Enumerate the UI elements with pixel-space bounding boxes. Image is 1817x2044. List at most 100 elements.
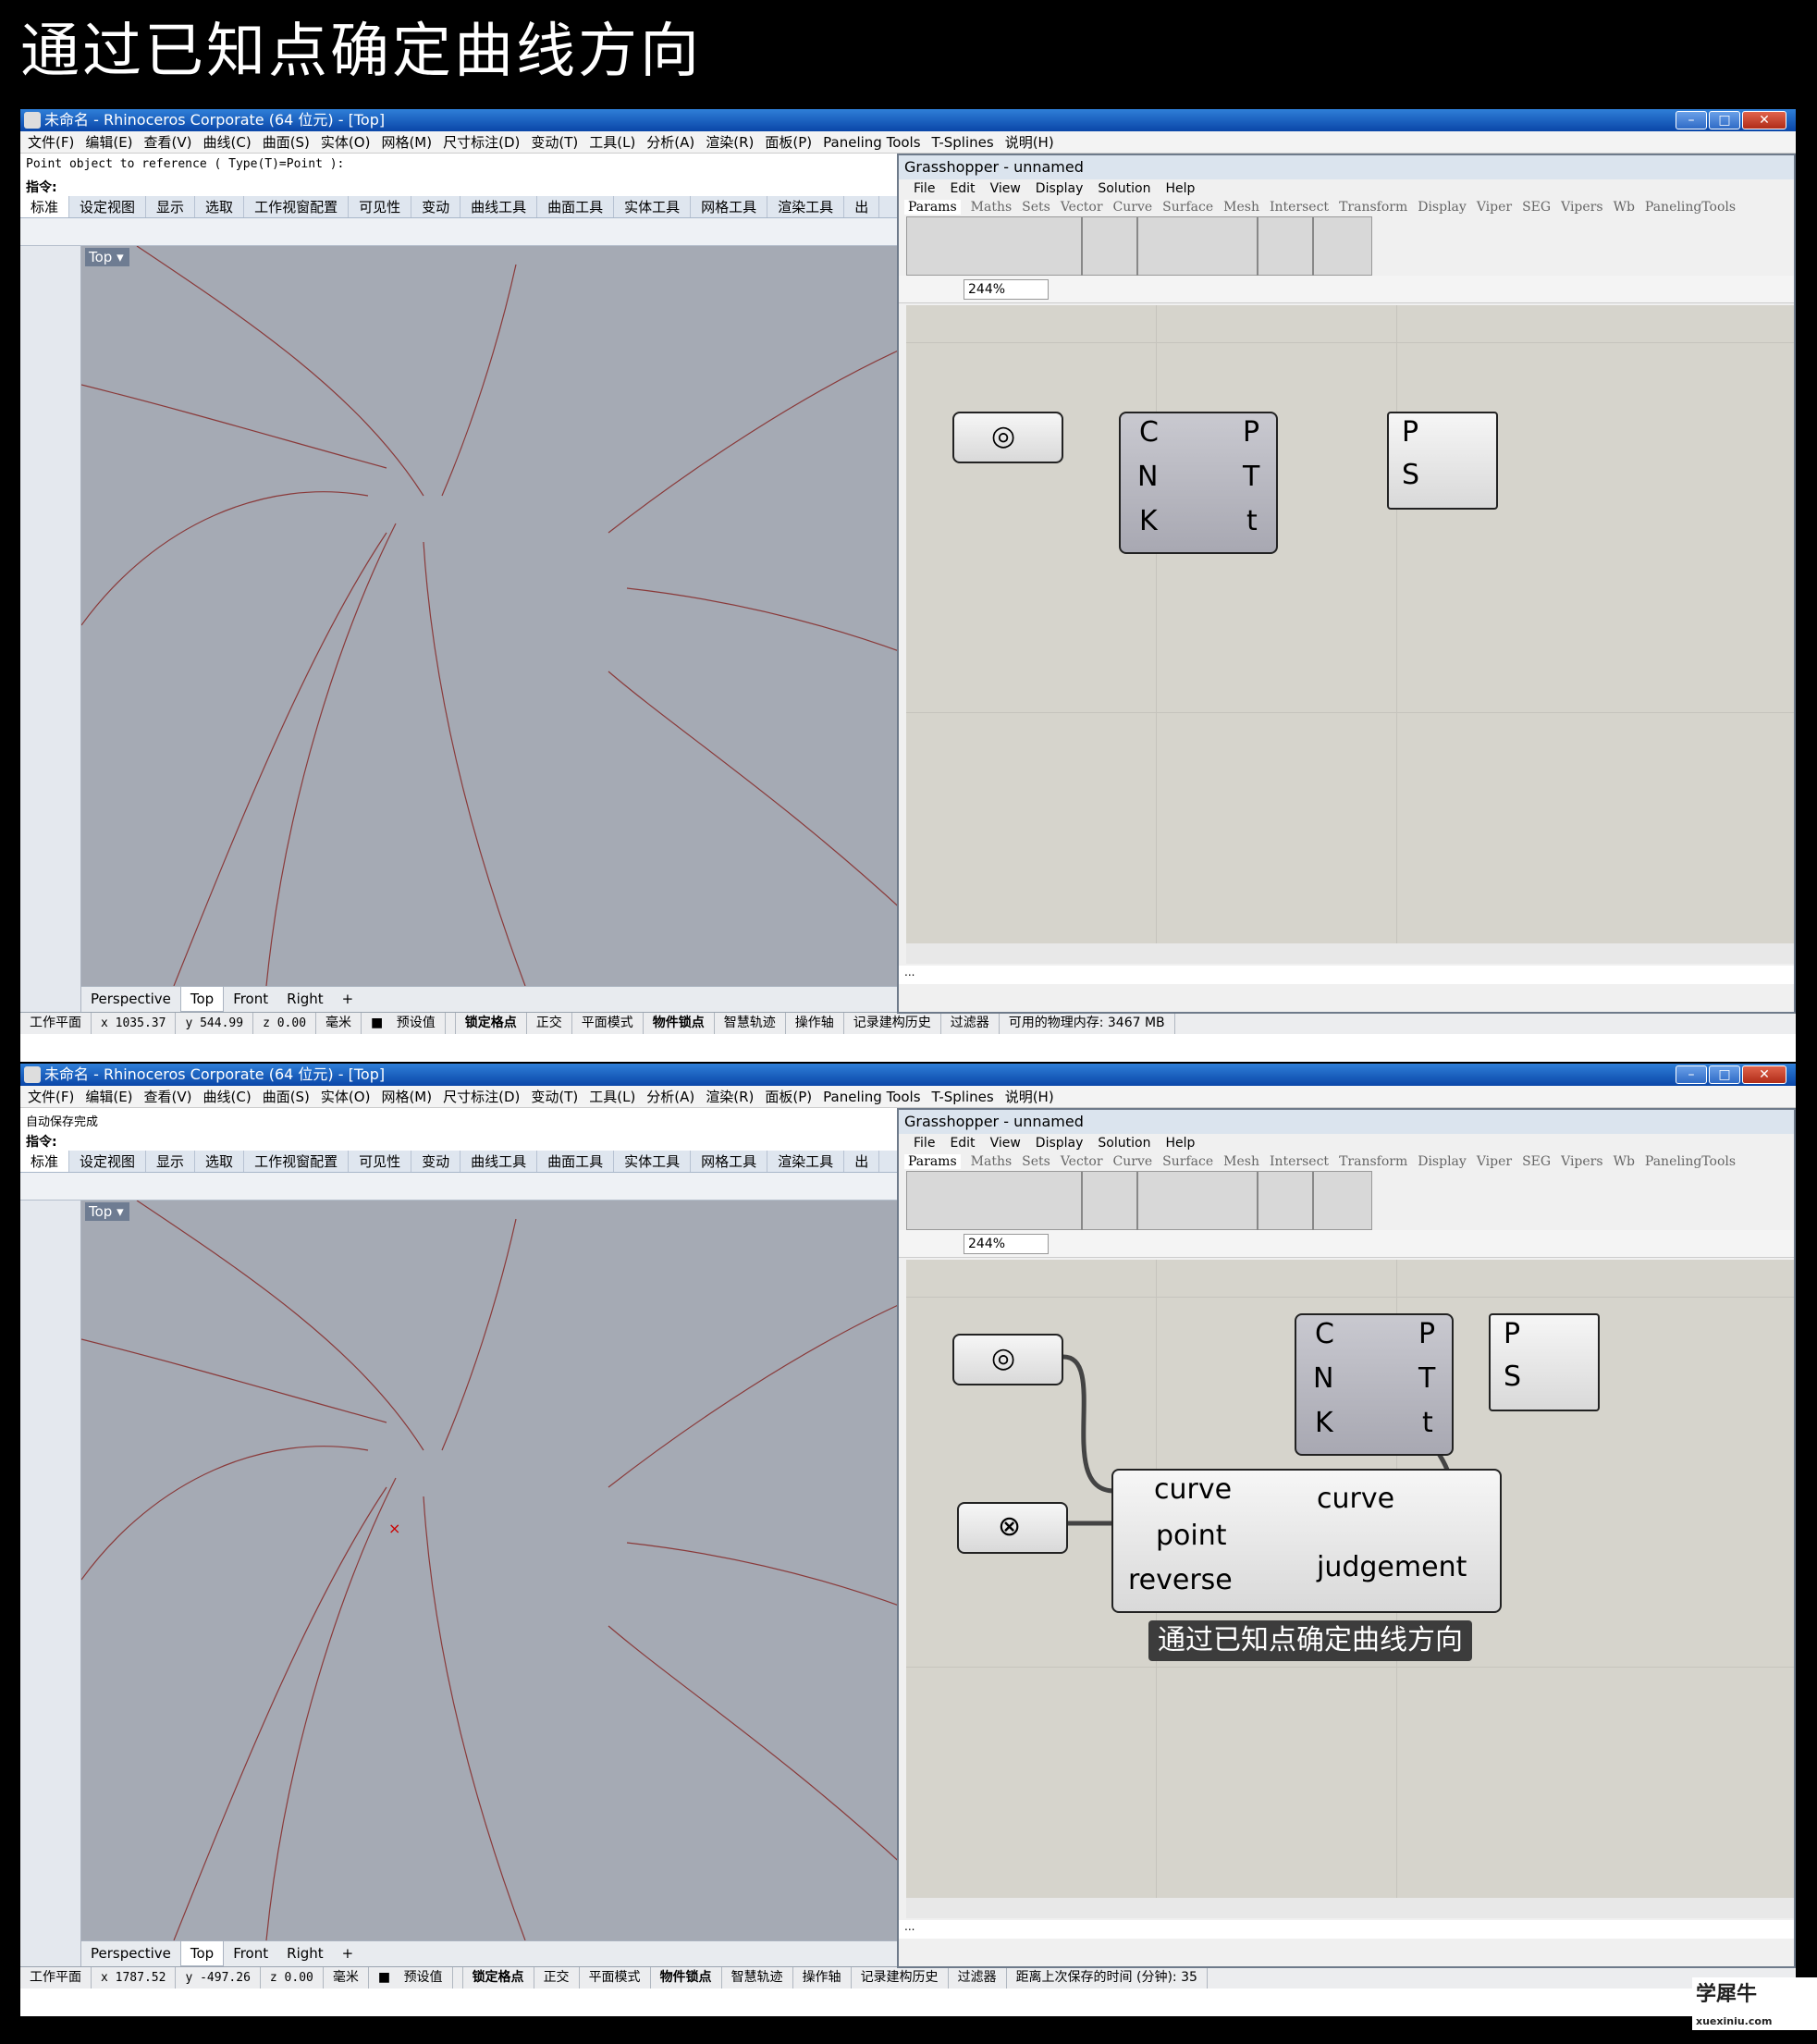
toolbar-tab[interactable]: 实体工具 xyxy=(614,196,692,217)
menu-item[interactable]: 工具(L) xyxy=(589,134,635,151)
gh-tab[interactable]: SEG xyxy=(1522,1154,1551,1169)
top-viewport[interactable]: Top ▾ xyxy=(81,246,904,986)
gh-tab[interactable]: Intersect xyxy=(1270,200,1329,215)
gh-menu-item[interactable]: Edit xyxy=(950,1136,975,1151)
minimize-button[interactable]: – xyxy=(1676,1065,1707,1084)
view-tab[interactable]: Perspective xyxy=(81,1941,180,1965)
curve-direction-node[interactable]: curve point reverse curve judgement xyxy=(1111,1469,1502,1613)
toolbar-tab[interactable]: 标准 xyxy=(20,1151,70,1172)
menu-item[interactable]: 实体(O) xyxy=(321,1089,371,1105)
gh-menu-item[interactable]: File xyxy=(914,1136,935,1151)
viewport-label[interactable]: Top ▾ xyxy=(85,248,129,266)
menu-item[interactable]: 尺寸标注(D) xyxy=(443,134,520,151)
toolbar-tab[interactable]: 工作视窗配置 xyxy=(244,1151,350,1172)
menu-item[interactable]: 实体(O) xyxy=(321,134,371,151)
divide-curve-node[interactable]: C N K P T t xyxy=(1295,1313,1454,1456)
menu-item[interactable]: 分析(A) xyxy=(646,134,694,151)
view-tab[interactable]: Front xyxy=(224,987,277,1011)
gh-tab[interactable]: Display xyxy=(1418,200,1467,215)
toolbar-tab[interactable]: 网格工具 xyxy=(691,1151,768,1172)
menu-item[interactable]: 变动(T) xyxy=(531,1089,578,1105)
status-toggle[interactable]: 操作轴 xyxy=(786,1013,844,1034)
minimize-button[interactable]: – xyxy=(1676,111,1707,129)
menu-item[interactable]: 查看(V) xyxy=(144,134,192,151)
gh-canvas[interactable]: ◎ C N K P T t P S xyxy=(906,305,1794,943)
status-toggle[interactable]: 过滤器 xyxy=(949,1967,1007,1989)
gh-tab[interactable]: Sets xyxy=(1022,200,1050,215)
menu-item[interactable]: 面板(P) xyxy=(765,1089,812,1105)
maximize-button[interactable]: □ xyxy=(1709,1065,1740,1084)
status-toggle[interactable]: 操作轴 xyxy=(793,1967,852,1989)
menu-item[interactable]: 编辑(E) xyxy=(85,1089,132,1105)
gh-tab[interactable]: Display xyxy=(1418,1154,1467,1169)
gh-tab[interactable]: Mesh xyxy=(1223,1154,1259,1169)
gh-menu-item[interactable]: Display xyxy=(1036,1136,1084,1151)
gh-tab[interactable]: PanelingTools xyxy=(1645,200,1736,215)
status-toggle[interactable]: 锁定格点 xyxy=(463,1967,534,1989)
menu-item[interactable]: 渲染(R) xyxy=(706,1089,754,1105)
curve-param-node[interactable]: ◎ xyxy=(952,1334,1063,1385)
gh-tab[interactable]: Vector xyxy=(1061,200,1103,215)
close-button[interactable]: ✕ xyxy=(1742,111,1786,129)
gh-tab[interactable]: Sets xyxy=(1022,1154,1050,1169)
view-tab[interactable]: Top xyxy=(179,1941,225,1966)
toolbar-tab[interactable]: 曲面工具 xyxy=(537,1151,615,1172)
gh-tab[interactable]: Maths xyxy=(971,200,1013,215)
menu-item[interactable]: 面板(P) xyxy=(765,134,812,151)
menu-item[interactable]: T-Splines xyxy=(932,1089,994,1105)
gh-tab[interactable]: Curve xyxy=(1113,200,1153,215)
menu-item[interactable]: 查看(V) xyxy=(144,1089,192,1105)
toolbar-tab[interactable]: 选取 xyxy=(195,196,245,217)
menu-item[interactable]: 网格(M) xyxy=(381,134,432,151)
gh-tab[interactable]: Vipers xyxy=(1561,1154,1602,1169)
gh-canvas[interactable]: ◎ ⊗ C N K P T t P S curve point reverse … xyxy=(906,1260,1794,1898)
gh-menu-item[interactable]: Help xyxy=(1165,181,1195,196)
add-view-tab[interactable]: + xyxy=(333,987,363,1011)
maximize-button[interactable]: □ xyxy=(1709,111,1740,129)
view-tab[interactable]: Right xyxy=(277,1941,333,1965)
curve-param-node[interactable]: ◎ xyxy=(952,412,1063,463)
sort-node[interactable]: P S xyxy=(1489,1313,1600,1411)
menu-item[interactable]: 文件(F) xyxy=(28,1089,74,1105)
status-toggle[interactable]: 正交 xyxy=(534,1967,580,1989)
status-toggle[interactable]: 记录建构历史 xyxy=(844,1013,941,1034)
menu-item[interactable]: 变动(T) xyxy=(531,134,578,151)
command-prompt[interactable]: 指令: xyxy=(26,1132,57,1151)
toolbar-tab[interactable]: 出 xyxy=(844,196,880,217)
toolbar-tab[interactable]: 曲面工具 xyxy=(537,196,615,217)
gh-tab[interactable]: Vipers xyxy=(1561,200,1602,215)
status-toggle[interactable]: 智慧轨迹 xyxy=(722,1967,793,1989)
gh-tab[interactable]: Surface xyxy=(1162,200,1213,215)
toolbar-tab[interactable]: 显示 xyxy=(146,1151,196,1172)
status-toggle[interactable]: 记录建构历史 xyxy=(852,1967,949,1989)
view-tab[interactable]: Top xyxy=(179,987,225,1012)
gh-tab[interactable]: Vector xyxy=(1061,1154,1103,1169)
toolbar-tab[interactable]: 网格工具 xyxy=(691,196,768,217)
menu-item[interactable]: 工具(L) xyxy=(589,1089,635,1105)
toolbar-tab[interactable]: 可见性 xyxy=(349,1151,412,1172)
status-toggle[interactable]: 物件锁点 xyxy=(651,1967,722,1989)
gh-tab[interactable]: Params xyxy=(904,200,961,215)
view-tab[interactable]: Perspective xyxy=(81,987,180,1011)
gh-menu-item[interactable]: Solution xyxy=(1098,1136,1150,1151)
status-toggle[interactable]: 智慧轨迹 xyxy=(715,1013,786,1034)
menu-item[interactable]: 文件(F) xyxy=(28,134,74,151)
status-layer[interactable]: ■ 预设值 xyxy=(362,1013,456,1034)
gh-tab[interactable]: Intersect xyxy=(1270,1154,1329,1169)
menu-item[interactable]: 曲面(S) xyxy=(263,134,310,151)
toolbar-tab[interactable]: 出 xyxy=(844,1151,880,1172)
gh-menu-item[interactable]: View xyxy=(990,181,1021,196)
toolbar-tab[interactable]: 曲线工具 xyxy=(460,196,538,217)
menu-item[interactable]: Paneling Tools xyxy=(823,134,920,151)
toolbar-tab[interactable]: 设定视图 xyxy=(69,196,147,217)
gh-menu-item[interactable]: View xyxy=(990,1136,1021,1151)
sort-node[interactable]: P S xyxy=(1387,412,1498,510)
gh-tab[interactable]: Curve xyxy=(1113,1154,1153,1169)
toolbar-tab[interactable]: 设定视图 xyxy=(69,1151,147,1172)
gh-tab[interactable]: Viper xyxy=(1477,200,1512,215)
status-toggle[interactable]: 过滤器 xyxy=(941,1013,1000,1034)
gh-menu-item[interactable]: Solution xyxy=(1098,181,1150,196)
gh-tab[interactable]: Transform xyxy=(1339,200,1407,215)
status-toggle[interactable]: 平面模式 xyxy=(572,1013,644,1034)
zoom-dropdown[interactable]: 244% xyxy=(964,279,1049,300)
